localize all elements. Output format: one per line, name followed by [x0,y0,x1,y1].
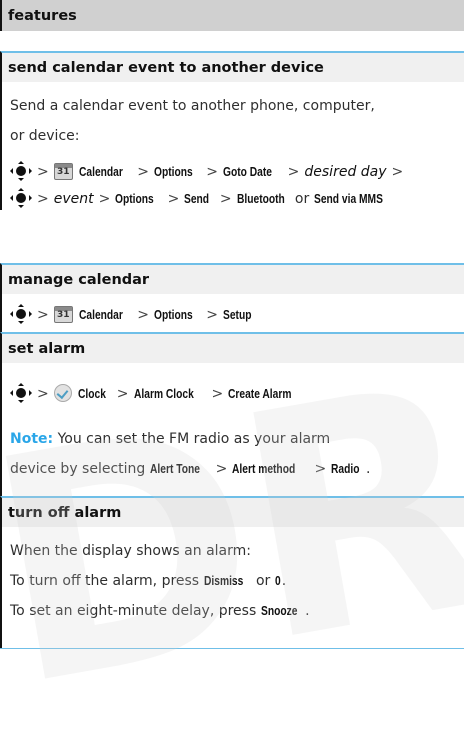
off-line-3: To set an eight-minute delay, press Snoo… [10,603,310,619]
section-manage-heading: manage calendar [0,263,464,294]
clock-icon [53,384,72,402]
nav-key-icon [10,161,32,181]
desired-day-text: desired day [304,164,387,180]
alarm-note-2: device by selecting Alert Tone > Alert met… [10,461,371,477]
section-manage-title: manage calendar [8,272,150,288]
cmd-options: Options [153,308,193,322]
cmd-send-via-mms: Send via MMS [314,192,384,206]
section-alarm-title: set alarm [8,341,86,357]
section-off-heading: turn off alarm [0,496,464,527]
table-header-title: features [8,8,77,24]
cmd-create-alarm: Create Alarm [228,387,292,401]
section-manage-body: >31 Calendar > Options > Setup [0,294,464,334]
cmd-options: Options [153,165,193,179]
section-off-body: When the display shows an alarm: To turn… [0,527,464,648]
note-label: Note: [10,431,54,447]
cmd-radio: Radio [331,462,360,476]
cmd-alert-method: Alert method [232,462,296,476]
table-header: features [0,0,464,31]
key-zero: 0 [274,574,281,588]
cmd-send: Send [184,192,210,206]
section-send-body: Send a calendar event to another phone, … [0,82,464,210]
calendar-icon: 31 [53,306,73,323]
event-text: event [53,191,94,207]
cmd-alert-tone: Alert Tone [149,462,200,476]
nav-key-icon [10,188,32,208]
cmd-clock: Clock [77,387,106,401]
section-alarm-heading: set alarm [0,332,464,363]
manage-path: >31 Calendar > Options > Setup [10,304,258,324]
send-intro-2: or device: [10,128,80,144]
calendar-icon: 31 [53,163,73,180]
manual-page: features send calendar event to another … [0,0,464,756]
send-path-1: >31 Calendar > Options > Goto Date > desired da… [10,161,408,181]
nav-key-icon [10,383,32,403]
send-intro-1: Send a calendar event to another phone, … [10,98,375,114]
cmd-bluetooth: Bluetooth [236,192,285,206]
send-path-2: > event > Options > Send > Bluetooth or Send via … [10,188,398,208]
section-off-title: turn off alarm [8,505,122,521]
cmd-setup: Setup [222,308,252,322]
cmd-calendar: Calendar [78,165,123,179]
section-send-title: send calendar event to another device [8,60,324,76]
off-line-1: When the display shows an alarm: [10,543,251,559]
alarm-note-1: Note: You can set the FM radio as your a… [10,431,331,447]
cmd-goto-date: Goto Date [222,165,272,179]
cmd-dismiss: Dismiss [203,574,243,588]
section-alarm-body: > Clock > Alarm Clock > Create Alarm Note: Yo… [0,363,464,496]
off-line-2: To turn off the alarm, press Dismiss or … [10,573,287,589]
nav-key-icon [10,304,32,324]
cmd-calendar: Calendar [78,308,123,322]
alarm-path: > Clock > Alarm Clock > Create Alarm [10,383,306,403]
cmd-alarm-clock: Alarm Clock [133,387,194,401]
cmd-options: Options [115,192,155,206]
cmd-snooze: Snooze [260,604,298,618]
section-send-heading: send calendar event to another device [0,51,464,82]
